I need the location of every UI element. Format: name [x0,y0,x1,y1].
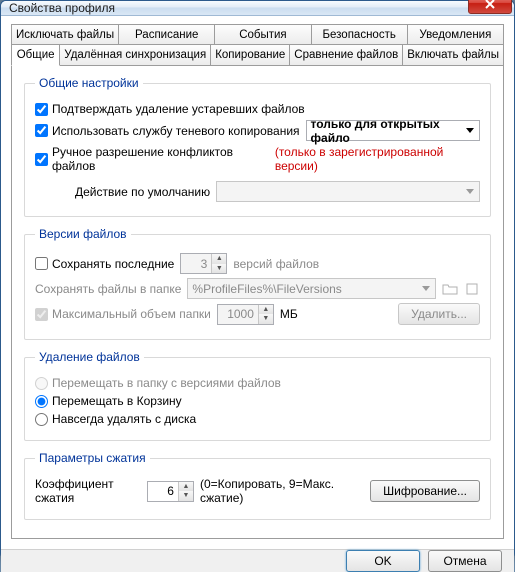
group-deletion: Удаление файлов Перемещать в папку с вер… [24,350,491,441]
ok-button[interactable]: OK [346,550,420,572]
tab-panel-general: Общие настройки Подтверждать удаление ус… [11,66,504,539]
shadow-mode-dropdown[interactable]: только для открытых файло [306,120,480,141]
save-folder-label: Сохранять файлы в папке [35,282,181,296]
close-button[interactable] [468,0,512,14]
default-action-dropdown[interactable] [216,181,480,202]
confirm-delete-checkbox[interactable]: Подтверждать удаление устаревших файлов [35,102,305,116]
delete-permanent-input[interactable] [35,413,48,426]
use-shadow-input[interactable] [35,124,48,137]
keep-last-checkbox[interactable]: Сохранять последние [35,257,174,271]
delete-permanent-radio[interactable]: Навсегда удалять с диска [35,412,196,426]
group-deletion-legend: Удаление файлов [35,350,144,364]
max-size-value[interactable] [218,305,258,324]
browse-folder-icon[interactable] [442,281,458,297]
ratio-spinner[interactable]: ▲▼ [147,481,194,502]
delete-to-recycle-input[interactable] [35,395,48,408]
tab-notifications[interactable]: Уведомления [407,24,504,45]
tab-security[interactable]: Безопасность [311,24,408,45]
group-versions: Версии файлов Сохранять последние ▲▼ вер… [24,227,491,340]
manual-conflict-input[interactable] [35,153,48,166]
tab-row-top: Исключать файлы Расписание События Безоп… [11,24,504,45]
tab-include-files[interactable]: Включать файлы [402,45,504,66]
max-size-input[interactable] [35,308,48,321]
delete-to-recycle-radio[interactable]: Перемещать в Корзину [35,394,182,408]
open-folder-icon[interactable] [464,281,480,297]
group-versions-legend: Версии файлов [35,227,131,241]
keep-last-suffix: версий файлов [233,257,319,271]
max-size-spinner[interactable]: ▲▼ [217,304,274,325]
ratio-value[interactable] [148,482,178,501]
confirm-delete-input[interactable] [35,103,48,116]
encryption-button[interactable]: Шифрование... [370,480,480,502]
registered-only-note: (только в зарегистрированной версии) [275,145,480,173]
default-action-label: Действие по умолчанию [75,185,210,199]
cancel-button[interactable]: Отмена [428,550,502,572]
delete-to-versions-radio[interactable]: Перемещать в папку с версиями файлов [35,376,281,390]
tab-copying[interactable]: Копирование [210,45,290,66]
tab-remote-sync[interactable]: Удалённая синхронизация [59,45,211,66]
ratio-note: (0=Копировать, 9=Макс. сжатие) [200,477,358,505]
keep-last-input[interactable] [35,257,48,270]
ratio-label: Коэффициент сжатия [35,477,141,505]
max-size-checkbox[interactable]: Максимальный объем папки [35,307,211,321]
max-size-unit: МБ [280,307,298,321]
group-general: Общие настройки Подтверждать удаление ус… [24,76,491,217]
delete-versions-button[interactable]: Удалить... [398,303,480,325]
keep-last-spin-buttons[interactable]: ▲▼ [211,254,226,273]
delete-to-versions-input[interactable] [35,377,48,390]
window-title: Свойства профиля [9,1,468,15]
manual-conflict-checkbox[interactable]: Ручное разрешение конфликтов файлов [35,145,269,173]
save-folder-dropdown[interactable]: %ProfileFiles%\FileVersions [187,278,436,299]
tab-schedule[interactable]: Расписание [118,24,215,45]
tab-events[interactable]: События [214,24,311,45]
group-general-legend: Общие настройки [35,76,143,90]
group-compression: Параметры сжатия Коэффициент сжатия ▲▼ (… [24,451,491,520]
close-icon [485,0,495,9]
tab-general[interactable]: Общие [11,45,60,66]
use-shadow-checkbox[interactable]: Использовать службу теневого копирования [35,124,300,138]
keep-last-spinner[interactable]: ▲▼ [180,253,227,274]
tab-row-bottom: Общие Удалённая синхронизация Копировани… [11,45,504,66]
max-size-spin-buttons[interactable]: ▲▼ [258,305,273,324]
keep-last-value[interactable] [181,254,211,273]
titlebar: Свойства профиля [1,1,514,16]
ratio-spin-buttons[interactable]: ▲▼ [178,482,193,501]
group-compression-legend: Параметры сжатия [35,451,150,465]
dialog-window: Свойства профиля Исключать файлы Расписа… [0,0,515,559]
tab-exclude-files[interactable]: Исключать файлы [11,24,119,45]
dialog-footer: OK Отмена [1,549,514,572]
tab-compare-files[interactable]: Сравнение файлов [289,45,403,66]
client-area: Исключать файлы Расписание События Безоп… [1,16,514,549]
